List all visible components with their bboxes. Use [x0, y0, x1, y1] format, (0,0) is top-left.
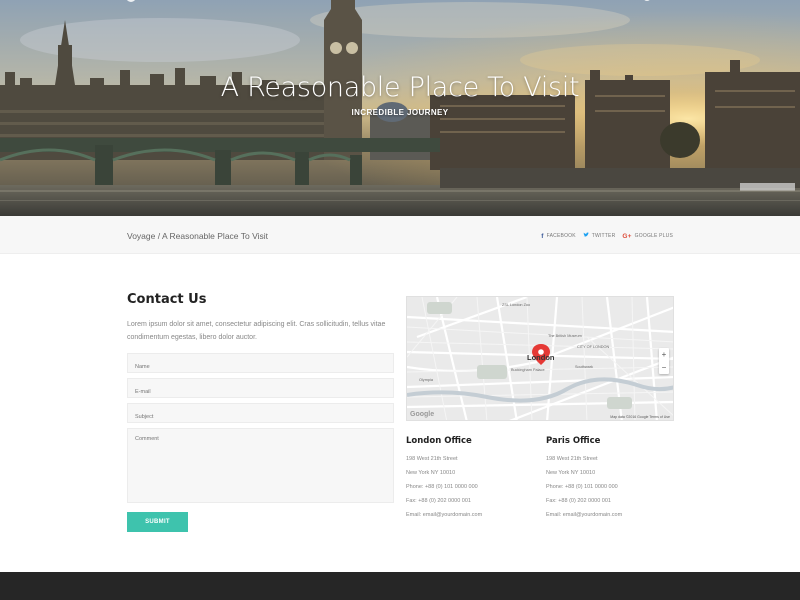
office-title-paris: Paris Office [546, 436, 601, 446]
share-facebook-label: FACEBOOK [546, 233, 576, 239]
office-email[interactable]: Email: email@yourdomain.com [546, 512, 622, 518]
office-phone: Phone: +88 (0) 101 0000 000 [406, 484, 478, 490]
share-facebook-link[interactable]: f FACEBOOK [541, 233, 575, 240]
office-city: New York NY 10010 [406, 470, 456, 476]
twitter-icon [583, 232, 589, 240]
google-logo[interactable]: Google [410, 411, 434, 418]
share-links: f FACEBOOK TWITTER G+ GOOGLE PLUS [541, 232, 673, 240]
office-street: 198 West 21th Street [406, 456, 458, 462]
name-field[interactable] [127, 353, 394, 373]
submit-button[interactable]: SUBMIT [127, 512, 188, 532]
share-twitter-label: TWITTER [591, 233, 616, 239]
contact-description: Lorem ipsum dolor sit amet, consectetur … [127, 321, 386, 341]
page-footer [0, 572, 800, 600]
map-label-olympia: Olympia [419, 378, 433, 382]
office-city: New York NY 10010 [546, 470, 596, 476]
share-twitter-link[interactable]: TWITTER [583, 232, 616, 240]
comment-field[interactable] [127, 428, 394, 503]
share-googleplus-link[interactable]: G+ GOOGLE PLUS [622, 233, 673, 240]
map-label-palace: Buckingham Palace [511, 368, 545, 372]
map-label-zoo: ZSL London Zoo [502, 303, 531, 307]
map[interactable]: London The British Museum Buckingham Pal… [406, 296, 674, 421]
map-zoom-control: + − [659, 348, 669, 374]
office-fax: Fax: +88 (0) 202 0000 001 [546, 498, 611, 504]
hero-subtitle: INCREDIBLE JOURNEY [351, 108, 449, 117]
map-city-label: London [527, 353, 555, 362]
breadcrumb-bar: Voyage / A Reasonable Place To Visit f F… [0, 216, 800, 254]
subject-field[interactable] [127, 403, 394, 423]
map-label-city-of-london: CITY OF LONDON [577, 345, 610, 349]
office-title-london: London Office [406, 436, 472, 446]
share-googleplus-label: GOOGLE PLUS [634, 233, 673, 239]
office-phone: Phone: +88 (0) 101 0000 000 [546, 484, 618, 490]
email-field[interactable] [127, 378, 394, 398]
map-label-southwark: Southwark [575, 365, 593, 369]
facebook-icon: f [541, 232, 544, 240]
office-street: 198 West 21th Street [546, 456, 598, 462]
map-label-museum: The British Museum [548, 334, 582, 338]
hero-banner: A Reasonable Place To Visit INCREDIBLE J… [0, 0, 800, 216]
google-plus-icon: G+ [622, 232, 632, 240]
hero-title: A Reasonable Place To Visit [220, 72, 580, 103]
office-email[interactable]: Email: email@yourdomain.com [406, 512, 482, 518]
office-fax: Fax: +88 (0) 202 0000 001 [406, 498, 471, 504]
breadcrumb[interactable]: Voyage / A Reasonable Place To Visit [127, 231, 268, 241]
zoom-out-button[interactable]: − [659, 361, 669, 374]
contact-title: Contact Us [127, 292, 207, 307]
zoom-in-button[interactable]: + [659, 348, 669, 361]
map-attribution[interactable]: Map data ©2016 Google Terms of Use [610, 415, 670, 419]
